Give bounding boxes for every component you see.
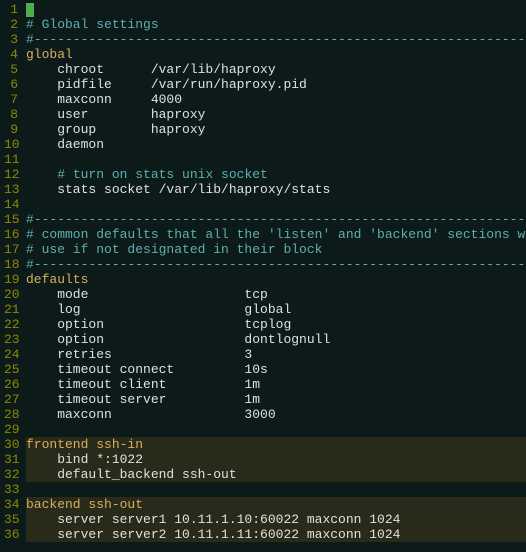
line-number: 15	[4, 212, 18, 227]
line-number: 28	[4, 407, 18, 422]
line-number: 22	[4, 317, 18, 332]
code-line[interactable]: option tcplog	[26, 317, 526, 332]
code-line[interactable]: retries 3	[26, 347, 526, 362]
code-line[interactable]: timeout server 1m	[26, 392, 526, 407]
line-number: 19	[4, 272, 18, 287]
code-line[interactable]: server server2 10.11.1.11:60022 maxconn …	[26, 527, 526, 542]
code-line[interactable]: pidfile /var/run/haproxy.pid	[26, 77, 526, 92]
code-line[interactable]: #---------------------------------------…	[26, 257, 526, 272]
line-number: 2	[4, 17, 18, 32]
line-number: 33	[4, 482, 18, 497]
line-number: 1	[4, 2, 18, 17]
line-number: 7	[4, 92, 18, 107]
line-number: 21	[4, 302, 18, 317]
line-number: 18	[4, 257, 18, 272]
line-number: 14	[4, 197, 18, 212]
line-number: 8	[4, 107, 18, 122]
line-number: 29	[4, 422, 18, 437]
line-number: 3	[4, 32, 18, 47]
cursor	[26, 3, 34, 17]
line-number: 34	[4, 497, 18, 512]
code-line[interactable]: # turn on stats unix socket	[26, 167, 526, 182]
line-number: 10	[4, 137, 18, 152]
line-number: 11	[4, 152, 18, 167]
code-line[interactable]: global	[26, 47, 526, 62]
code-line[interactable]: timeout connect 10s	[26, 362, 526, 377]
code-line[interactable]: # use if not designated in their block	[26, 242, 526, 257]
line-number: 5	[4, 62, 18, 77]
line-number: 9	[4, 122, 18, 137]
line-number: 24	[4, 347, 18, 362]
line-number: 31	[4, 452, 18, 467]
line-number: 36	[4, 527, 18, 542]
code-line[interactable]: option dontlognull	[26, 332, 526, 347]
code-line[interactable]: # Global settings	[26, 17, 526, 32]
line-number: 12	[4, 167, 18, 182]
code-line[interactable]	[26, 422, 526, 437]
code-line[interactable]: mode tcp	[26, 287, 526, 302]
line-number: 26	[4, 377, 18, 392]
line-number: 16	[4, 227, 18, 242]
line-number: 6	[4, 77, 18, 92]
line-number: 25	[4, 362, 18, 377]
code-line[interactable]: maxconn 4000	[26, 92, 526, 107]
line-number: 13	[4, 182, 18, 197]
line-number: 23	[4, 332, 18, 347]
code-line[interactable]	[26, 482, 526, 497]
code-line[interactable]: maxconn 3000	[26, 407, 526, 422]
code-line[interactable]: default_backend ssh-out	[26, 467, 526, 482]
code-line[interactable]: bind *:1022	[26, 452, 526, 467]
line-number-gutter: 1234567891011121314151617181920212223242…	[0, 0, 22, 552]
line-number: 32	[4, 467, 18, 482]
code-line[interactable]: frontend ssh-in	[26, 437, 526, 452]
code-line[interactable]	[26, 2, 526, 17]
code-line[interactable]: timeout client 1m	[26, 377, 526, 392]
code-area[interactable]: # Global settings#----------------------…	[22, 0, 526, 552]
code-line[interactable]	[26, 197, 526, 212]
line-number: 35	[4, 512, 18, 527]
code-line[interactable]: # common defaults that all the 'listen' …	[26, 227, 526, 242]
code-line[interactable]: daemon	[26, 137, 526, 152]
line-number: 30	[4, 437, 18, 452]
code-line[interactable]: log global	[26, 302, 526, 317]
line-number: 17	[4, 242, 18, 257]
code-line[interactable]: defaults	[26, 272, 526, 287]
code-line[interactable]: chroot /var/lib/haproxy	[26, 62, 526, 77]
code-line[interactable]	[26, 152, 526, 167]
line-number: 20	[4, 287, 18, 302]
code-line[interactable]: #---------------------------------------…	[26, 212, 526, 227]
code-line[interactable]: stats socket /var/lib/haproxy/stats	[26, 182, 526, 197]
line-number: 4	[4, 47, 18, 62]
code-editor[interactable]: 1234567891011121314151617181920212223242…	[0, 0, 526, 552]
code-line[interactable]: user haproxy	[26, 107, 526, 122]
line-number: 27	[4, 392, 18, 407]
code-line[interactable]: group haproxy	[26, 122, 526, 137]
code-line[interactable]: server server1 10.11.1.10:60022 maxconn …	[26, 512, 526, 527]
code-line[interactable]: backend ssh-out	[26, 497, 526, 512]
code-line[interactable]: #---------------------------------------…	[26, 32, 526, 47]
